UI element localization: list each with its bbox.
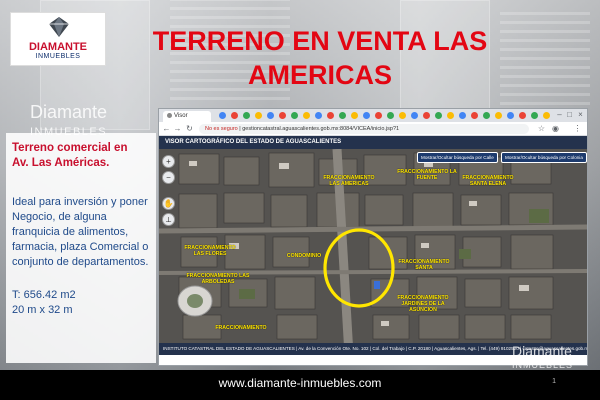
tab-favicon-icon[interactable]: [471, 112, 478, 119]
viewer-header: VISOR CARTOGRÁFICO DEL ESTADO DE AGUASCA…: [159, 136, 587, 149]
description-body: Ideal para inversión y poner Negocio, de…: [12, 196, 149, 268]
map-label: FRACCIONAMIENTO SANTA: [398, 259, 450, 271]
diamond-logo-icon: [49, 17, 69, 37]
browser-window: Visor cartográfico – □ × ← →: [158, 108, 588, 366]
browser-toolbar: ← → ↻ No es seguro | gestioncatastral.ag…: [159, 122, 587, 136]
bookmark-star-icon[interactable]: ☆: [537, 124, 546, 133]
page-title: TERRENO EN VENTA LAS AMERICAS: [152, 26, 488, 90]
watermark-name: Diamante: [512, 343, 572, 359]
watermark-bottom: Diamante INMUEBLES: [512, 344, 573, 372]
tab-favicon-icon[interactable]: [435, 112, 442, 119]
map-label: FRACCIONAMIENTO LAS ARBOLEDAS: [186, 273, 250, 285]
favicon-icon: [167, 112, 172, 118]
tab-favicon-icon[interactable]: [291, 112, 298, 119]
tab-visor[interactable]: Visor cartográfico: [163, 111, 211, 130]
dimensions-text: 20 m x 32 m: [12, 304, 73, 316]
map-label: FRACCIONAMIENTO LAS AMERICAS: [323, 175, 375, 187]
description-heading: Terreno comercial en Av. Las Américas.: [12, 141, 127, 171]
heading-line: Av. Las Américas.: [12, 157, 110, 169]
satellite-map[interactable]: + − ✋ ⟂ Mostrar/Ocultar búsqueda por Cal…: [159, 149, 587, 355]
tab-favicon-icon[interactable]: [447, 112, 454, 119]
maximize-icon[interactable]: □: [565, 110, 574, 119]
watermark-name: Diamante: [30, 102, 108, 122]
minimize-icon[interactable]: –: [555, 110, 564, 119]
toggle-street-search-button[interactable]: Mostrar/Ocultar búsqueda por Calle: [417, 152, 498, 163]
reload-icon[interactable]: ↻: [185, 124, 194, 133]
tab-favicon-icon[interactable]: [519, 112, 526, 119]
tab-favicon-icon[interactable]: [351, 112, 358, 119]
tab-strip: Visor cartográfico – □ ×: [159, 109, 587, 130]
logo-name: DIAMANTE: [28, 41, 88, 53]
tab-favicon-icon[interactable]: [507, 112, 514, 119]
company-logo: DIAMANTE INMUEBLES: [10, 12, 106, 66]
zoom-in-icon[interactable]: +: [162, 155, 175, 168]
tab-favicon-icon[interactable]: [399, 112, 406, 119]
page-number: 1: [552, 378, 556, 385]
tab-favicon-icon[interactable]: [387, 112, 394, 119]
tab-favicon-icon[interactable]: [459, 112, 466, 119]
tab-favicon-icon[interactable]: [303, 112, 310, 119]
tab-favicon-icon[interactable]: [363, 112, 370, 119]
tab-favicon-icon[interactable]: [543, 112, 550, 119]
area-text: T: 656.42 m2: [12, 289, 76, 301]
tab-favicon-icon[interactable]: [255, 112, 262, 119]
tab-favicon-icon[interactable]: [219, 112, 226, 119]
tab-favicon-icon[interactable]: [327, 112, 334, 119]
zoom-out-icon[interactable]: −: [162, 171, 175, 184]
pan-hand-icon[interactable]: ✋: [162, 197, 175, 210]
description-panel: Terreno comercial en Av. Las Américas. I…: [6, 133, 156, 363]
map-label: CONDOMINIO: [286, 253, 322, 259]
forward-icon[interactable]: →: [173, 124, 182, 133]
tab-favicon-icon[interactable]: [267, 112, 274, 119]
heading-line: Terreno comercial en: [12, 142, 128, 154]
tab-favicon-icon[interactable]: [411, 112, 418, 119]
tab-favicon-icon[interactable]: [339, 112, 346, 119]
map-label: FRACCIONAMIENTO LAS FLORES: [184, 245, 236, 257]
map-label: FRACCIONAMIENTO LA FUENTE: [397, 169, 457, 181]
tab-favicon-icon[interactable]: [495, 112, 502, 119]
website-url[interactable]: www.diamante-inmuebles.com: [0, 376, 600, 390]
address-bar[interactable]: No es seguro | gestioncatastral.aguascal…: [199, 124, 529, 134]
close-icon[interactable]: ×: [576, 110, 585, 119]
toggle-colony-search-button[interactable]: Mostrar/Ocultar búsqueda por Colonia: [501, 152, 587, 163]
tab-favicon-icon[interactable]: [231, 112, 238, 119]
map-label: FRACCIONAMIENTO: [215, 325, 267, 331]
tab-favicon-icon[interactable]: [423, 112, 430, 119]
map-label: FRACCIONAMIENTO JARDINES DE LA ASUNCION: [397, 295, 449, 313]
tab-favicon-icon[interactable]: [315, 112, 322, 119]
tab-favicon-icon[interactable]: [531, 112, 538, 119]
menu-icon[interactable]: ⋮: [573, 124, 582, 133]
extension-icon[interactable]: ◉: [551, 124, 560, 133]
address-url: gestioncatastral.aguascalientes.gob.mx:8…: [242, 126, 400, 132]
logo-subtitle: INMUEBLES: [35, 53, 81, 60]
tab-favicon-icon[interactable]: [483, 112, 490, 119]
tab-favicon-icon[interactable]: [279, 112, 286, 119]
map-label: FRACCIONAMIENTO SANTA ELENA: [462, 175, 514, 187]
tab-favicon-icon[interactable]: [243, 112, 250, 119]
tab-favicon-icon[interactable]: [375, 112, 382, 119]
footer-bar: www.diamante-inmuebles.com 1: [0, 370, 600, 400]
insecure-warning: No es seguro: [205, 126, 238, 132]
measure-tool-icon[interactable]: ⟂: [162, 213, 175, 226]
back-icon[interactable]: ←: [162, 124, 171, 133]
